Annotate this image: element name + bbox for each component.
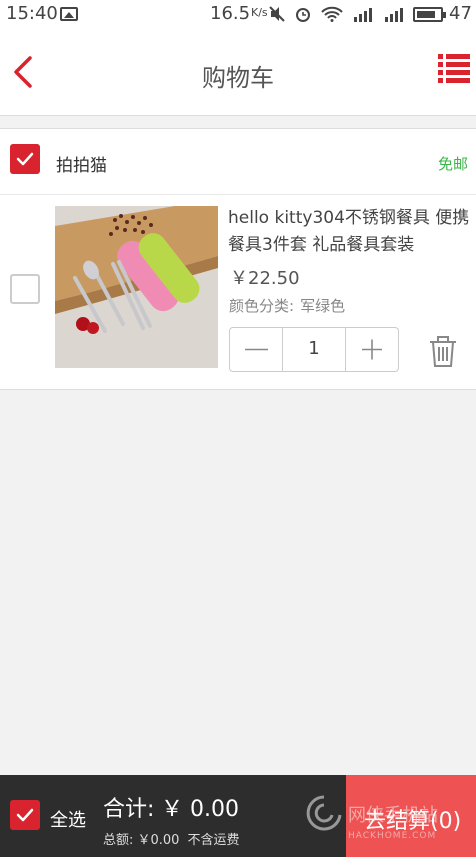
bottom-bar: 全选 合计: ￥ 0.00 总额: ￥0.00 不含运费 去结算(0) 网侠手机站… — [0, 775, 476, 857]
product-spec: 颜色分类: 军绿色 — [229, 295, 345, 316]
total-label: 合计: — [103, 797, 155, 822]
select-all-label[interactable]: 全选 — [50, 806, 86, 832]
product-price: ￥22.50 — [230, 268, 300, 289]
select-all-checkbox[interactable] — [10, 800, 40, 830]
wifi-icon — [321, 6, 343, 22]
quantity-stepper: 1 — [229, 327, 399, 372]
header: 购物车 — [0, 30, 476, 116]
product-name[interactable]: hello kitty304不锈钢餐具 便携餐具3件套 礼品餐具套装 — [228, 205, 472, 259]
trash-icon[interactable] — [428, 334, 458, 368]
product-image[interactable] — [55, 206, 218, 368]
spec-value: 军绿色 — [300, 297, 346, 315]
shop-header: 拍拍猫 免邮 — [0, 129, 476, 195]
shop-group: 拍拍猫 免邮 hello kitty304不锈钢餐具 便携餐具3件套 礼品餐具套… — [0, 128, 476, 390]
subtotal-row: 总额: ￥0.00 不含运费 — [103, 829, 239, 848]
check-icon — [16, 152, 34, 166]
shop-checkbox[interactable] — [10, 144, 40, 174]
minus-icon — [245, 348, 268, 351]
network-speed: 16.5 — [210, 3, 251, 24]
watermark-text: 网侠手机站 — [348, 805, 438, 826]
list-menu-icon[interactable] — [438, 52, 470, 86]
page-title: 购物车 — [202, 64, 274, 92]
watermark-logo-icon — [306, 795, 342, 831]
total-amount: ￥ 0.00 — [161, 797, 239, 822]
battery-icon — [413, 7, 446, 22]
plus-icon — [362, 339, 382, 360]
signal-icon — [354, 8, 372, 22]
decrease-button[interactable] — [230, 328, 283, 371]
increase-button[interactable] — [345, 328, 398, 371]
check-icon — [16, 808, 34, 822]
network-speed-unit: K/s — [251, 6, 268, 19]
quantity-value[interactable]: 1 — [283, 338, 345, 359]
shop-name[interactable]: 拍拍猫 — [56, 151, 107, 176]
item-checkbox[interactable] — [10, 274, 40, 304]
spec-label: 颜色分类: — [229, 297, 295, 315]
free-shipping-label: 免邮 — [437, 155, 468, 173]
status-bar: 15:40 16.5 K/s 47 — [0, 0, 476, 30]
mute-icon — [269, 6, 285, 22]
alarm-icon — [296, 8, 310, 22]
subtotal-amount: 总额: ￥0.00 — [103, 833, 180, 848]
battery-level: 47 — [449, 3, 472, 24]
watermark-url: HACKHOME.COM — [348, 831, 437, 841]
signal-icon — [385, 8, 403, 22]
watermark: 网侠手机站 HACKHOME.COM — [306, 791, 476, 851]
status-time: 15:40 — [6, 3, 58, 24]
shipping-note: 不含运费 — [187, 833, 240, 848]
image-icon — [60, 7, 78, 21]
